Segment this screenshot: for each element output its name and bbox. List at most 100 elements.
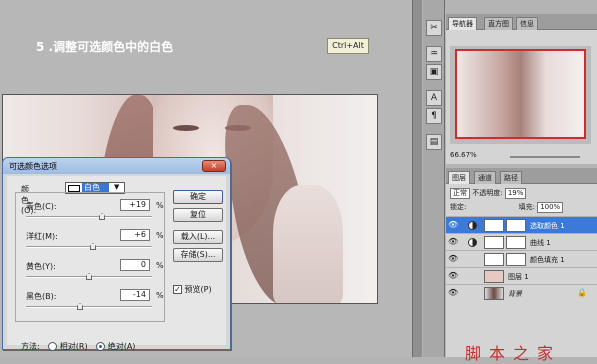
step-title: 5 .调整可选颜色中的白色 [36,40,174,54]
watermark: 脚本之家 [465,344,562,363]
method-label: 方法: [21,342,40,351]
dock-collapse-strip[interactable] [412,0,422,357]
photo-hand [273,185,343,303]
black-slider-track[interactable] [26,306,152,308]
slider-label: 黄色(Y): [26,262,56,271]
layers-tabs: 图层 通道 路径 [446,168,597,184]
tools-icon[interactable]: ✂ [426,20,442,36]
navigator-panel: 导航器 直方图 信息 66.67% [446,14,597,164]
layer-mask-thumbnail[interactable] [506,219,526,232]
layer-name: 图层 1 [508,273,529,281]
lock-label: 锁定: [450,203,467,211]
absolute-label: 绝对(A) [107,342,136,351]
dialog-title: 可选颜色选项 [9,162,57,171]
color-swatch-icon [68,185,80,192]
ok-button[interactable]: 确定 [173,190,223,204]
eye-icon[interactable]: 👁 [448,289,458,297]
layer-mask-thumbnail[interactable] [506,236,526,249]
lock-icon: 🔒 [577,288,587,297]
eye-icon[interactable]: 👁 [448,255,458,263]
yellow-input[interactable]: 0 [120,259,150,271]
cyan-input[interactable]: +19 [120,199,150,211]
navigator-tabs: 导航器 直方图 信息 [446,14,597,30]
yellow-slider-thumb[interactable] [86,273,92,280]
absolute-radio[interactable] [96,342,106,351]
type-icon[interactable]: A [426,90,442,106]
selective-color-dialog: 可选颜色选项 × 颜色(O): 白色 ▼ 青色(C): +19 % 洋红(M):… [2,157,231,351]
eye-icon[interactable]: 👁 [448,272,458,280]
layer-row[interactable]: 👁 选取颜色 1 [446,216,597,233]
preview-row: ✓ 预览(P) [173,284,212,295]
save-button[interactable]: 存储(S)... [173,248,223,262]
layer-row[interactable]: 👁 颜色填充 1 [446,250,597,267]
shortcut-badge: Ctrl+Alt [327,38,369,54]
load-button[interactable]: 载入(L)... [173,230,223,244]
opacity-label: 不透明度: [472,189,503,197]
slider-label: 洋红(M): [26,232,58,241]
brush-icon[interactable]: ♒ [426,46,442,62]
preview-checkbox[interactable]: ✓ [173,285,182,294]
slider-black: 黑色(B): -14 % [26,289,166,315]
lock-row: 锁定: 填充: 100% [450,202,564,213]
layer-name: 背景 [508,290,522,298]
slider-label: 青色(C): [26,202,57,211]
cyan-slider-track[interactable] [26,216,152,218]
eye-icon[interactable]: 👁 [448,221,458,229]
layer-thumbnail [484,253,504,266]
zoom-slider[interactable] [510,156,580,158]
layer-name: 曲线 1 [530,239,551,247]
black-slider-thumb[interactable] [77,303,83,310]
layer-thumbnail [484,270,504,283]
layer-mask-thumbnail[interactable] [506,253,526,266]
dialog-titlebar[interactable]: 可选颜色选项 × [3,158,230,174]
layer-thumbnail [484,287,504,300]
eye-icon[interactable]: 👁 [448,238,458,246]
tab-navigator[interactable]: 导航器 [448,17,477,30]
reset-button[interactable]: 复位 [173,208,223,222]
preview-label: 预览(P) [184,285,212,294]
slider-cyan: 青色(C): +19 % [26,199,166,225]
layer-row[interactable]: 👁 曲线 1 [446,233,597,250]
adjustment-icon [468,238,477,247]
tab-histogram[interactable]: 直方图 [484,17,513,30]
zoom-row: 66.67% [450,151,593,163]
blend-row: 正常 不透明度: 19% [450,188,527,199]
sliders-group: 青色(C): +19 % 洋红(M): +6 % 黄色(Y): 0 % 黑色(B… [15,192,165,322]
tab-layers[interactable]: 图层 [448,171,470,184]
zoom-value[interactable]: 66.67% [450,151,477,159]
layer-name: 选取颜色 1 [530,222,565,230]
percent-label: % [156,201,164,210]
magenta-input[interactable]: +6 [120,229,150,241]
percent-label: % [156,261,164,270]
percent-label: % [156,231,164,240]
black-input[interactable]: -14 [120,289,150,301]
navigator-view-box[interactable] [455,49,586,139]
layer-row[interactable]: 👁 背景 🔒 [446,284,597,301]
magenta-slider-thumb[interactable] [90,243,96,250]
layer-name: 颜色填充 1 [530,256,565,264]
dialog-body: 颜色(O): 白色 ▼ 青色(C): +19 % 洋红(M): +6 % 黄色(… [7,176,226,351]
clone-icon[interactable]: ▣ [426,64,442,80]
slider-yellow: 黄色(Y): 0 % [26,259,166,285]
layer-thumbnail [484,219,504,232]
navigator-preview[interactable] [450,46,591,144]
fill-input[interactable]: 100% [537,202,564,213]
paragraph-icon[interactable]: ¶ [426,108,442,124]
fill-label: 填充: [518,203,535,211]
relative-label: 相对(R) [59,342,88,351]
magenta-slider-track[interactable] [26,246,152,248]
relative-radio[interactable] [48,342,58,351]
tab-channels[interactable]: 通道 [474,171,496,184]
layer-row[interactable]: 👁 图层 1 [446,267,597,284]
tab-paths[interactable]: 路径 [500,171,522,184]
tab-info[interactable]: 信息 [516,17,538,30]
layer-comps-icon[interactable]: ▤ [426,134,442,150]
panel-icon-column: ✂ ♒ ▣ A ¶ ▤ [423,0,445,357]
photo-eye-left [173,125,199,131]
close-icon[interactable]: × [202,160,226,172]
method-row: 方法: 相对(R) 绝对(A) [21,341,135,352]
chevron-down-icon: ▼ [114,183,120,191]
opacity-input[interactable]: 19% [504,188,527,199]
cyan-slider-thumb[interactable] [99,213,105,220]
blend-mode-select[interactable]: 正常 [450,188,470,199]
